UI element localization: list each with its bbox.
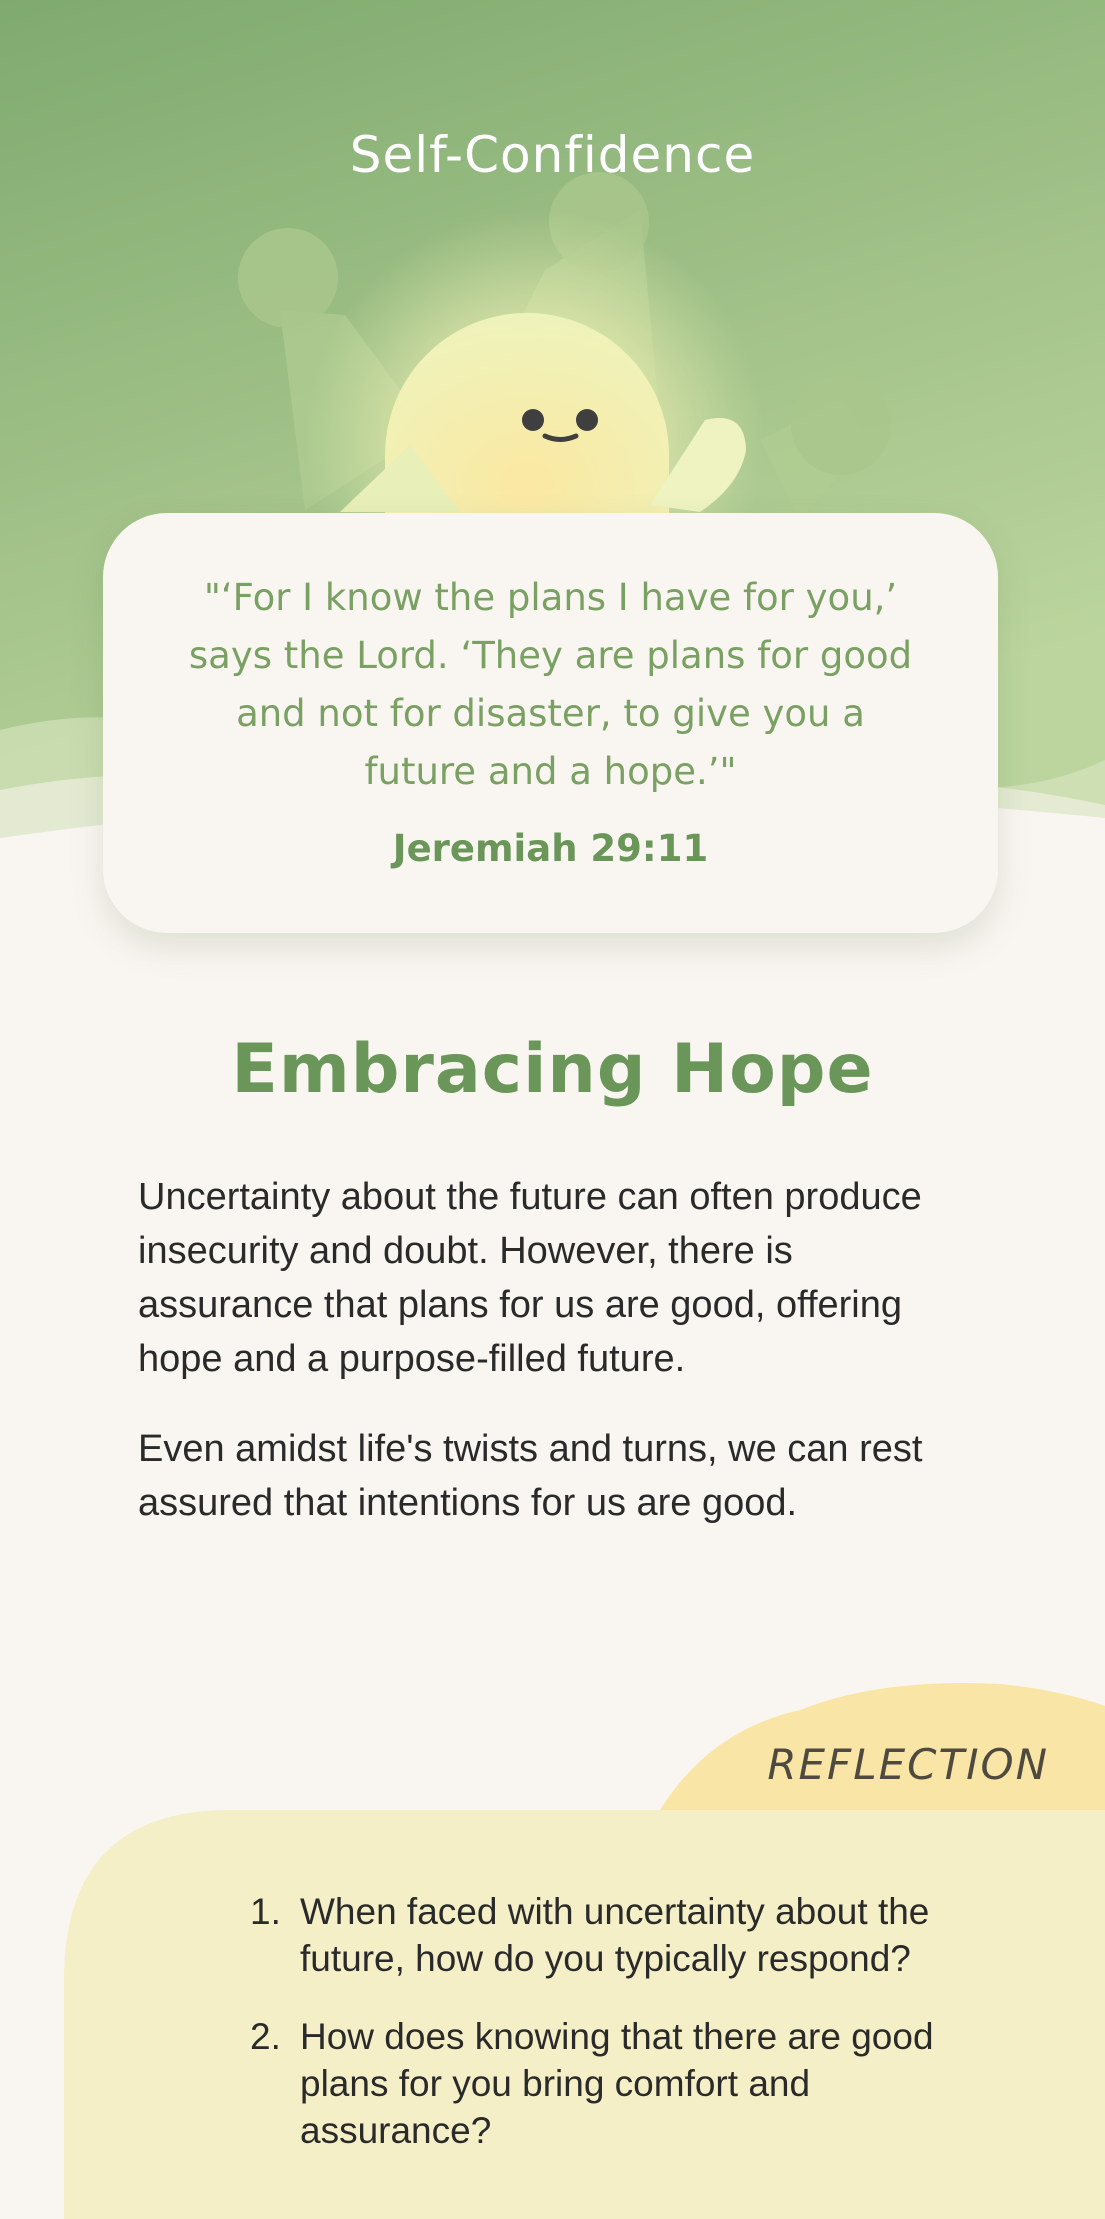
article-title: Embracing Hope — [231, 1030, 874, 1109]
question-text: When faced with uncertainty about the fu… — [300, 1891, 930, 1979]
verse-text: "‘For I know the plans I have for you,’ … — [188, 576, 913, 793]
verse-reference: Jeremiah 29:11 — [392, 827, 709, 870]
article-paragraph: Uncertainty about the future can often p… — [138, 1176, 922, 1380]
reflection-question: 1. When faced with uncertainty about the… — [250, 1888, 990, 1982]
bible-verse-card: "‘For I know the plans I have for you,’ … — [103, 513, 998, 933]
question-number: 2. — [250, 2016, 281, 2057]
page-title: Self-Confidence — [349, 126, 756, 184]
reflection-label: REFLECTION — [767, 1740, 1049, 1789]
question-text: How does knowing that there are good pla… — [300, 2016, 934, 2151]
reflection-question: 2. How does knowing that there are good … — [250, 2013, 990, 2154]
article-paragraph: Even amidst life's twists and turns, we … — [138, 1428, 923, 1524]
reflection-questions: 1. When faced with uncertainty about the… — [250, 1888, 990, 2185]
question-number: 1. — [250, 1891, 281, 1932]
reflection-section: REFLECTION 1. When faced with uncertaint… — [0, 1660, 1105, 2219]
